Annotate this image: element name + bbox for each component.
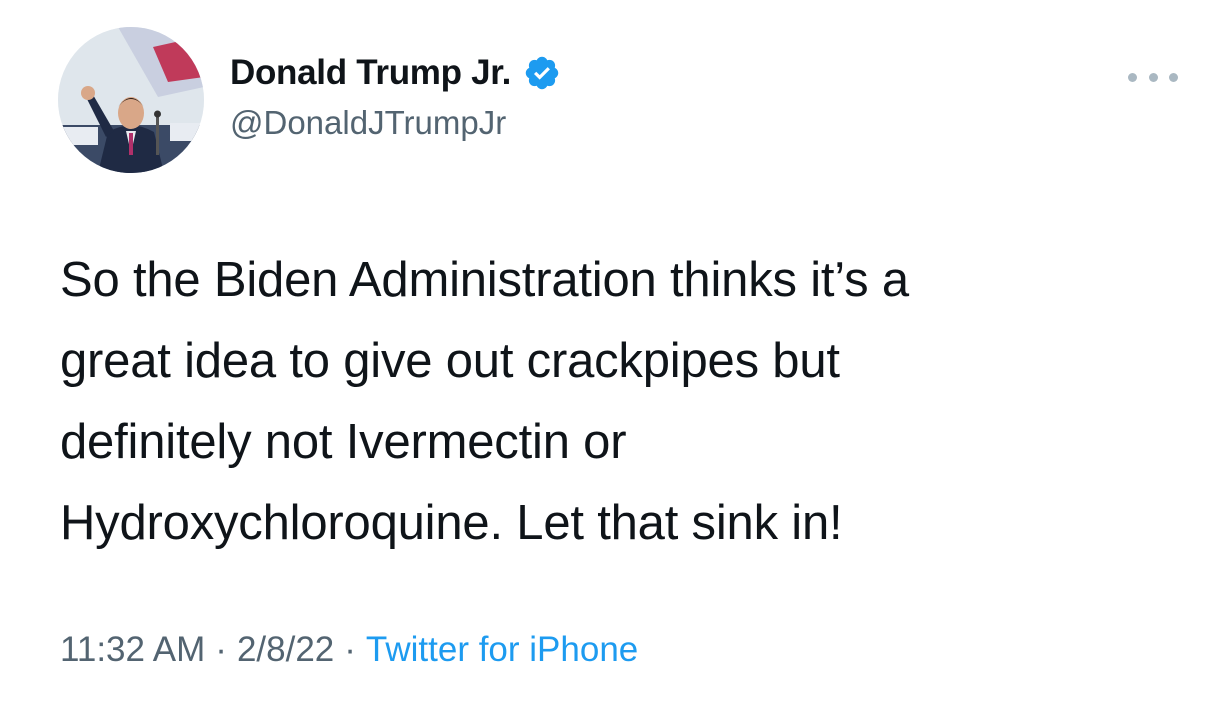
- author-handle[interactable]: @DonaldJTrumpJr: [230, 104, 506, 142]
- more-dots-icon[interactable]: [1128, 62, 1178, 92]
- verified-badge-icon: [523, 54, 561, 92]
- more-dot: [1169, 72, 1178, 82]
- more-dot: [1128, 72, 1137, 82]
- author-name-row: Donald Trump Jr.: [230, 50, 561, 96]
- meta-separator: ·: [215, 630, 227, 669]
- tweet-time[interactable]: 11:32 AM: [60, 630, 205, 669]
- more-dot: [1148, 72, 1158, 82]
- tweet-text: So the Biden Administration thinks it’s …: [60, 253, 909, 550]
- tweet-meta: 11:32 AM · 2/8/22 · Twitter for iPhone: [60, 630, 638, 670]
- tweet-source-link[interactable]: Twitter for iPhone: [366, 630, 638, 669]
- tweet-card: Donald Trump Jr. @DonaldJTrumpJr So the …: [0, 0, 1208, 701]
- avatar[interactable]: [58, 27, 204, 173]
- meta-separator: ·: [344, 630, 356, 669]
- tweet-date[interactable]: 2/8/22: [237, 630, 334, 669]
- author-display-name[interactable]: Donald Trump Jr.: [230, 53, 511, 93]
- avatar-image: [58, 27, 204, 173]
